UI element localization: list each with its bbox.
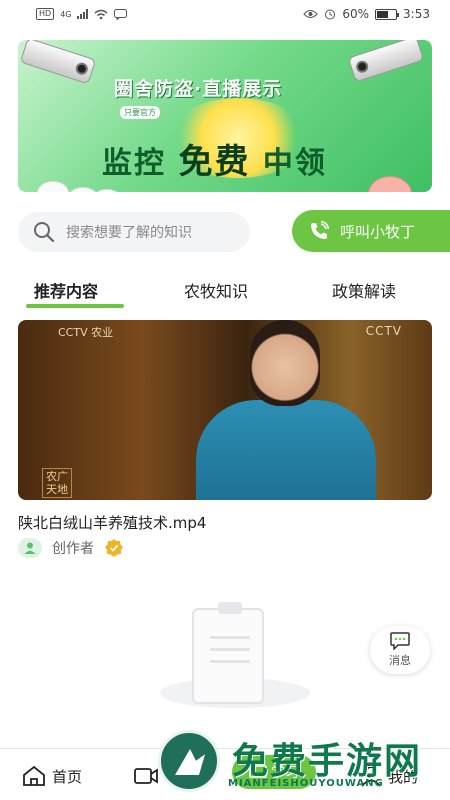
pig-illustration	[368, 176, 412, 192]
site-watermark: 免费手游网 MIANFEISHOUYOUWANG	[158, 730, 450, 800]
message-float-button[interactable]: 消息	[370, 626, 430, 674]
video-title[interactable]: 陕北白绒山羊养殖技术.mp4	[18, 512, 206, 533]
banner-headline: 监控 免费 中领	[102, 134, 327, 183]
battery-percent: 60%	[342, 7, 370, 21]
hd-indicator: HD	[36, 8, 55, 20]
sheep-illustration	[38, 182, 68, 192]
nav-home-label: 首页	[52, 767, 83, 786]
headline-right: 中领	[262, 146, 327, 181]
battery-icon	[375, 8, 400, 20]
author-row[interactable]: 创作者	[18, 537, 124, 559]
message-icon	[390, 632, 410, 650]
headline-mid: 免费	[178, 142, 251, 182]
author-name: 创作者	[52, 541, 94, 557]
watermark-text: 免费手游网	[232, 741, 423, 782]
sheep-illustration	[68, 188, 98, 192]
home-icon	[23, 765, 45, 786]
call-button-label: 呼叫小牧丁	[340, 222, 416, 241]
presenter-head	[250, 320, 320, 406]
search-input[interactable]: 搜索想要了解的知识	[18, 212, 250, 252]
alarm-icon	[325, 9, 336, 20]
clock: 3:53	[403, 7, 430, 21]
active-tab-indicator	[26, 304, 124, 308]
watermark-subtext: MIANFEISHOUYOUWANG	[228, 778, 384, 789]
headline-left: 监控	[102, 146, 166, 181]
video-logo-left: CCTV 农业	[58, 326, 114, 339]
clipboard-icon	[192, 602, 264, 704]
video-logo-right: CCTV	[365, 324, 402, 338]
presenter-body	[196, 400, 376, 500]
video-icon	[134, 767, 158, 784]
phone-icon	[311, 220, 330, 239]
tab-policy[interactable]: 政策解读	[332, 278, 396, 302]
station-label: 农广 天地	[42, 468, 72, 498]
status-bar: HD 4G 60% 3:53	[0, 0, 450, 28]
signal-icon	[77, 9, 89, 19]
message-notification-icon	[114, 8, 128, 20]
search-placeholder: 搜索想要了解的知识	[66, 225, 192, 241]
call-assistant-button[interactable]: 呼叫小牧丁	[292, 210, 450, 252]
watermark-logo-icon	[158, 730, 220, 792]
banner-title: 圈舍防盗·直播展示	[114, 78, 283, 100]
network-label: 4G	[60, 9, 72, 19]
camera-left-icon	[19, 40, 97, 85]
tab-farming-knowledge[interactable]: 农牧知识	[184, 278, 248, 302]
status-right: 60% 3:53	[303, 7, 430, 21]
tab-recommended[interactable]: 推荐内容	[34, 278, 98, 302]
camera-right-icon	[347, 40, 425, 83]
user-icon	[18, 538, 42, 558]
search-icon	[34, 222, 55, 243]
promo-banner[interactable]: 圈舍防盗·直播展示 只要官方 监控 免费 中领	[18, 40, 432, 192]
verified-badge-icon	[105, 539, 123, 557]
station-label-line1: 农广	[46, 470, 68, 483]
nav-home[interactable]: 首页	[22, 765, 82, 787]
station-label-line2: 天地	[46, 483, 68, 496]
wifi-icon	[95, 9, 108, 19]
banner-tag: 只要官方	[120, 106, 160, 119]
status-left: HD 4G	[36, 8, 128, 20]
eye-icon	[303, 10, 319, 18]
message-label: 消息	[389, 654, 411, 667]
empty-state-illustration	[150, 600, 310, 730]
sheep-illustration	[92, 190, 122, 192]
video-thumbnail[interactable]: CCTV 农业 CCTV 农广 天地	[18, 320, 432, 500]
